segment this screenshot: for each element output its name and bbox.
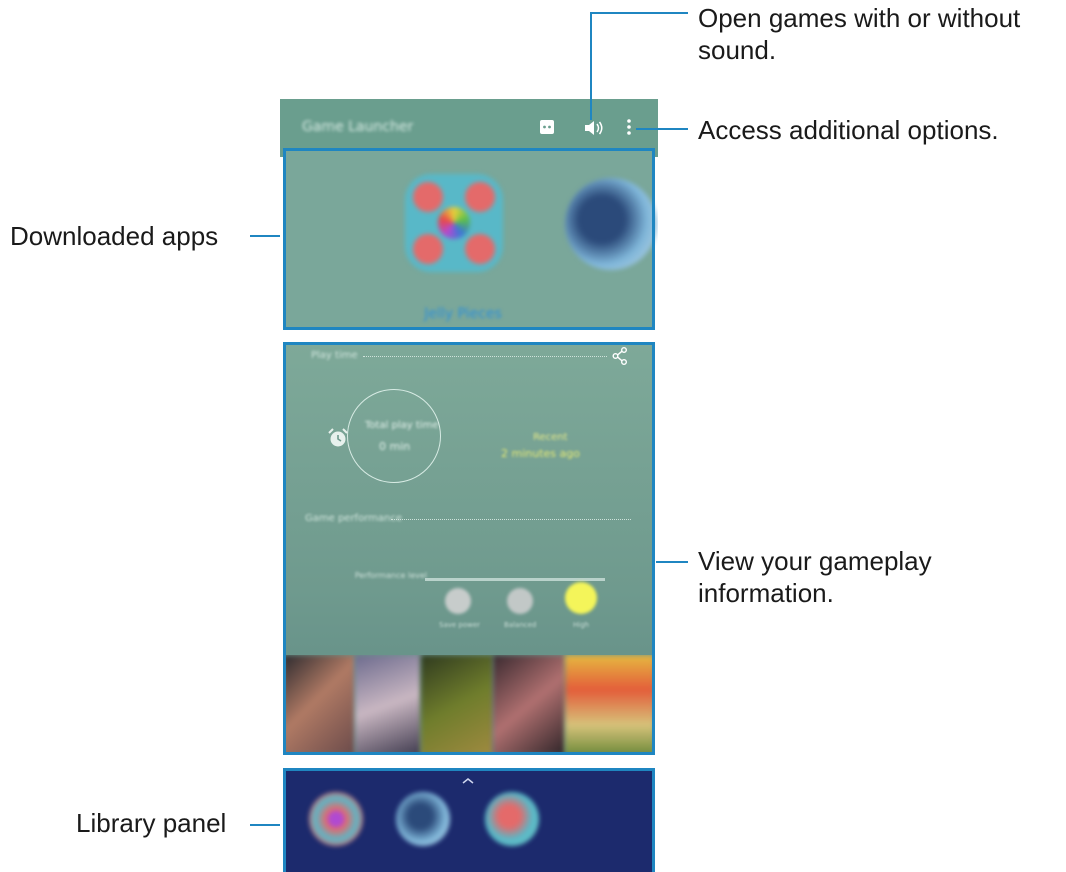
callout-library-panel: Library panel bbox=[76, 808, 227, 838]
callout-line bbox=[590, 12, 688, 14]
callout-line bbox=[590, 12, 592, 120]
sound-icon[interactable] bbox=[584, 120, 604, 136]
callout-options: Access additional options. bbox=[698, 115, 999, 145]
callout-line bbox=[250, 824, 280, 826]
downloaded-apps-highlight bbox=[283, 148, 655, 330]
app-title: Game Launcher bbox=[302, 119, 414, 135]
callout-downloaded-apps: Downloaded apps bbox=[10, 221, 219, 251]
callout-line bbox=[656, 561, 688, 563]
gameplay-info-highlight bbox=[283, 342, 655, 755]
library-panel-highlight bbox=[283, 768, 655, 872]
callout-line bbox=[250, 235, 280, 237]
more-options-icon[interactable] bbox=[626, 118, 632, 136]
callout-line bbox=[636, 128, 688, 130]
callout-sound: Open games with or without sound. bbox=[698, 3, 1021, 65]
game-launcher-screen: Game Launcher Jelly Pieces Play time Tot… bbox=[280, 99, 658, 872]
callout-gameplay-info: View your gameplay information. bbox=[698, 546, 932, 608]
discord-icon[interactable] bbox=[539, 119, 555, 135]
